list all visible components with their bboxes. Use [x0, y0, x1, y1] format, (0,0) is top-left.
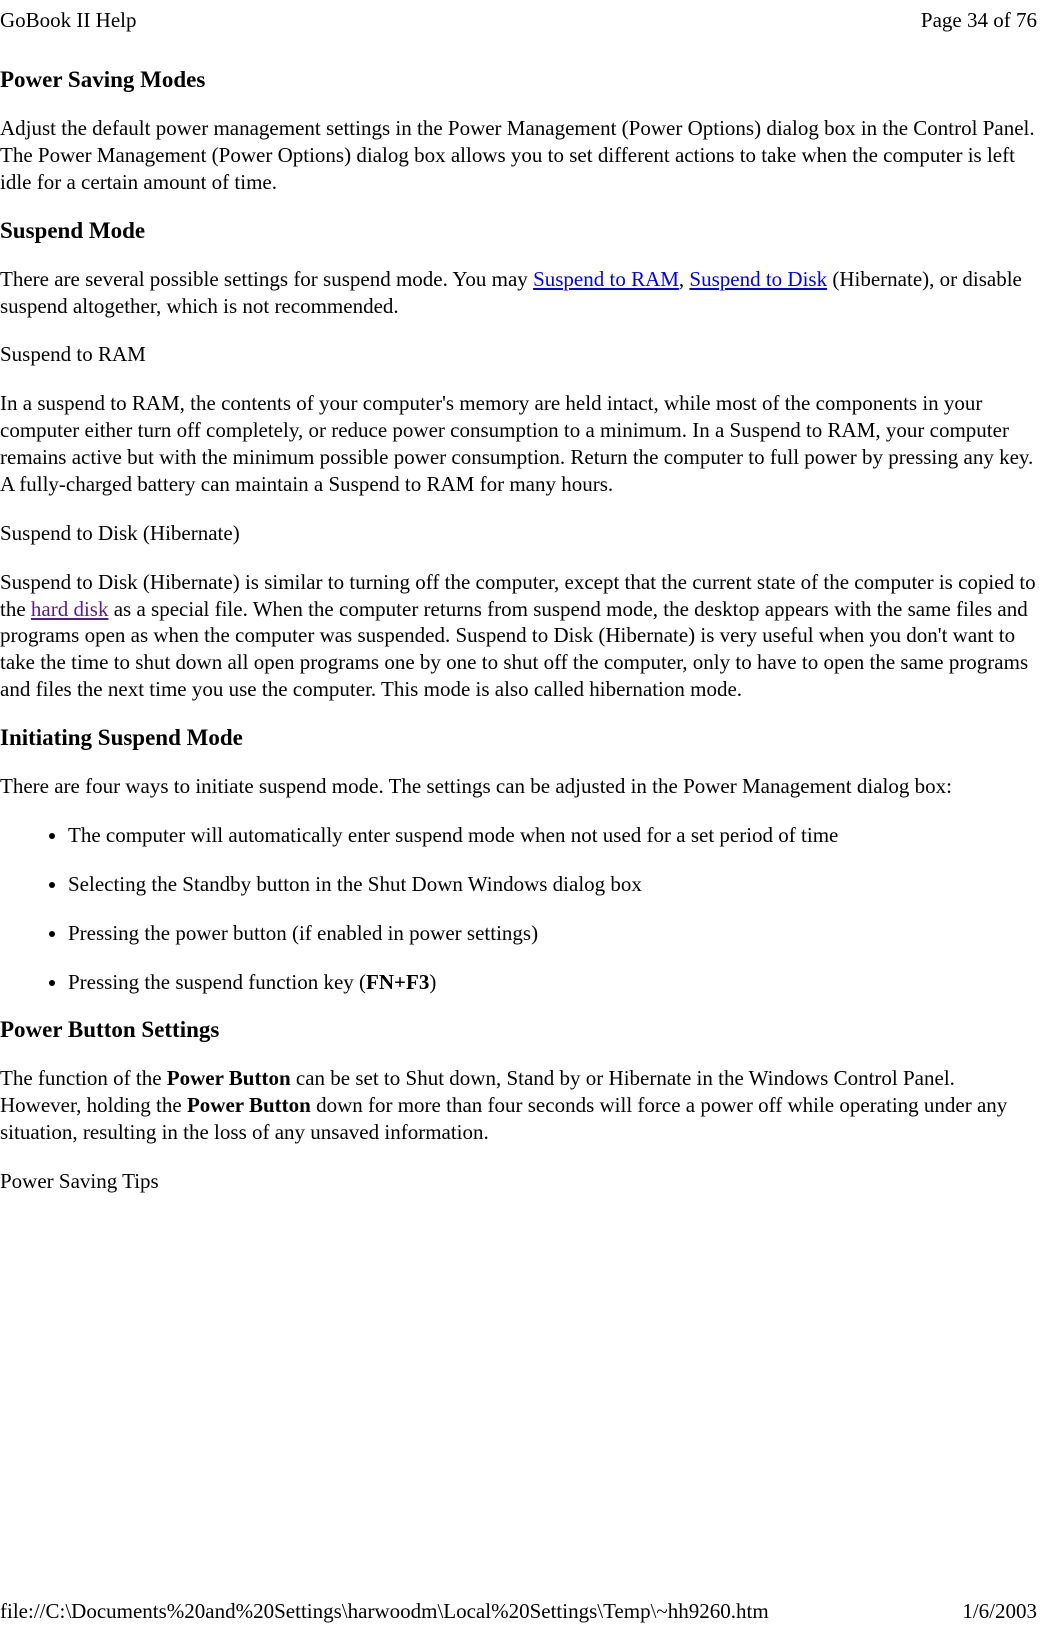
list-initiating-methods: The computer will automatically enter su…	[0, 822, 1037, 996]
list-item: Pressing the suspend function key (FN+F3…	[68, 969, 1037, 996]
para-suspend-to-ram: In a suspend to RAM, the contents of you…	[0, 390, 1037, 498]
list-item: Selecting the Standby button in the Shut…	[68, 871, 1037, 898]
header-page-number: Page 34 of 76	[921, 8, 1037, 33]
link-suspend-to-disk[interactable]: Suspend to Disk	[689, 267, 827, 291]
bold-power-button: Power Button	[187, 1093, 311, 1117]
page-header: GoBook II Help Page 34 of 76	[0, 0, 1049, 33]
subheading-suspend-to-disk: Suspend to Disk (Hibernate)	[0, 520, 1037, 547]
page-footer: file://C:\Documents%20and%20Settings\har…	[0, 1599, 1049, 1632]
para-power-saving-modes: Adjust the default power management sett…	[0, 115, 1037, 196]
footer-date: 1/6/2003	[962, 1599, 1037, 1624]
text-segment: as a special file. When the computer ret…	[0, 597, 1028, 702]
heading-power-saving-modes: Power Saving Modes	[0, 67, 1037, 93]
bold-key-combo: FN+F3	[366, 970, 429, 994]
link-hard-disk[interactable]: hard disk	[31, 597, 109, 621]
subheading-power-saving-tips: Power Saving Tips	[0, 1168, 1037, 1195]
list-item: Pressing the power button (if enabled in…	[68, 920, 1037, 947]
link-suspend-to-ram[interactable]: Suspend to RAM	[533, 267, 679, 291]
header-doc-title: GoBook II Help	[0, 8, 136, 33]
footer-file-path: file://C:\Documents%20and%20Settings\har…	[0, 1599, 769, 1624]
para-suspend-to-disk: Suspend to Disk (Hibernate) is similar t…	[0, 569, 1037, 703]
para-initiating-intro: There are four ways to initiate suspend …	[0, 773, 1037, 800]
heading-suspend-mode: Suspend Mode	[0, 218, 1037, 244]
subheading-suspend-to-ram: Suspend to RAM	[0, 341, 1037, 368]
document-body: Power Saving Modes Adjust the default po…	[0, 67, 1049, 1195]
bold-power-button: Power Button	[167, 1066, 291, 1090]
heading-power-button-settings: Power Button Settings	[0, 1017, 1037, 1043]
text-segment: ,	[679, 267, 690, 291]
text-segment: There are several possible settings for …	[0, 267, 533, 291]
text-segment: Pressing the suspend function key (	[68, 970, 366, 994]
heading-initiating-suspend: Initiating Suspend Mode	[0, 725, 1037, 751]
text-segment: )	[429, 970, 436, 994]
list-item: The computer will automatically enter su…	[68, 822, 1037, 849]
para-power-button: The function of the Power Button can be …	[0, 1065, 1037, 1146]
para-suspend-mode: There are several possible settings for …	[0, 266, 1037, 320]
text-segment: The function of the	[0, 1066, 167, 1090]
